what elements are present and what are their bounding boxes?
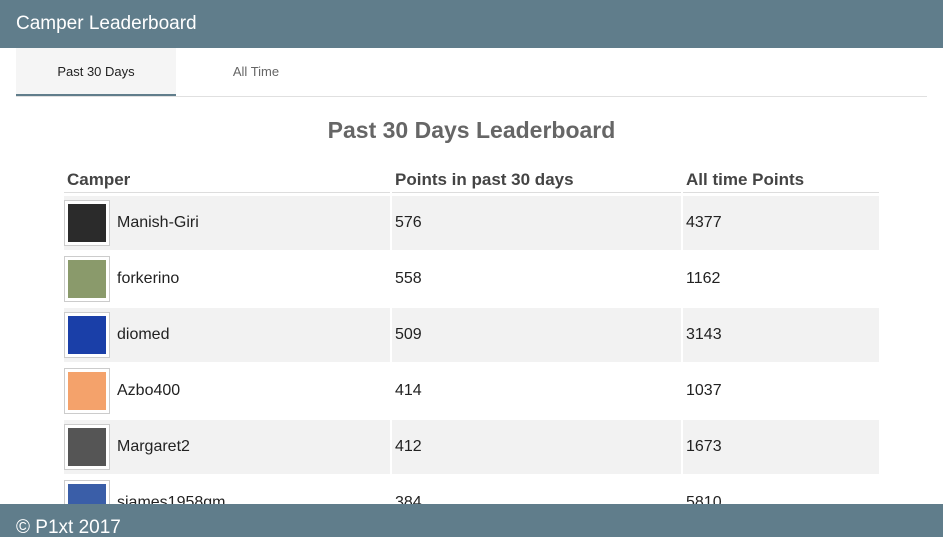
avatar-image (68, 316, 106, 354)
avatar[interactable] (64, 256, 110, 302)
table-row: Azbo400 414 1037 (64, 364, 880, 418)
alltime-points-cell: 1037 (686, 382, 722, 399)
app-header: Camper Leaderboard (0, 0, 943, 48)
column-header-recent-points[interactable]: Points in past 30 days (392, 166, 681, 193)
column-header-camper[interactable]: Camper (64, 166, 390, 193)
camper-name[interactable]: Margaret2 (117, 420, 190, 474)
recent-points-cell: 558 (395, 270, 422, 287)
camper-name[interactable]: Azbo400 (117, 364, 180, 418)
table-row: Margaret2 412 1673 (64, 420, 880, 474)
avatar[interactable] (64, 312, 110, 358)
avatar-image (68, 428, 106, 466)
tab-all-time[interactable]: All Time (176, 48, 336, 95)
table-header: Camper Points in past 30 days All time P… (64, 166, 880, 194)
camper-name[interactable]: diomed (117, 308, 169, 362)
camper-name[interactable]: Manish-Giri (117, 196, 199, 250)
avatar[interactable] (64, 424, 110, 470)
recent-points-cell: 509 (392, 308, 681, 362)
page-title: Past 30 Days Leaderboard (327, 117, 616, 143)
avatar-image (68, 372, 106, 410)
tab-bar: Past 30 Days All Time (16, 48, 927, 97)
camper-cell: forkerino (64, 252, 390, 306)
avatar[interactable] (64, 368, 110, 414)
recent-points-cell: 412 (392, 420, 681, 474)
camper-cell: diomed (64, 308, 390, 362)
camper-cell: Manish-Giri (64, 196, 390, 250)
avatar[interactable] (64, 200, 110, 246)
table-row: Manish-Giri 576 4377 (64, 196, 880, 250)
table-row: forkerino 558 1162 (64, 252, 880, 306)
copyright-text: © P1xt 2017 (16, 517, 121, 538)
alltime-points-cell: 4377 (683, 196, 879, 250)
camper-cell: Azbo400 (64, 364, 390, 418)
column-header-alltime-points[interactable]: All time Points (683, 166, 879, 193)
alltime-points-cell: 1673 (683, 420, 879, 474)
camper-cell: Margaret2 (64, 420, 390, 474)
recent-points-cell: 414 (395, 382, 422, 399)
app-title: Camper Leaderboard (16, 13, 197, 34)
recent-points-cell: 576 (392, 196, 681, 250)
tab-past-30-days[interactable]: Past 30 Days (16, 48, 176, 96)
alltime-points-cell: 3143 (683, 308, 879, 362)
avatar-image (68, 204, 106, 242)
table-row: diomed 509 3143 (64, 308, 880, 362)
app-footer: © P1xt 2017 (0, 504, 943, 538)
alltime-points-cell: 1162 (686, 270, 721, 287)
avatar-image (68, 260, 106, 298)
camper-name[interactable]: forkerino (117, 252, 179, 306)
